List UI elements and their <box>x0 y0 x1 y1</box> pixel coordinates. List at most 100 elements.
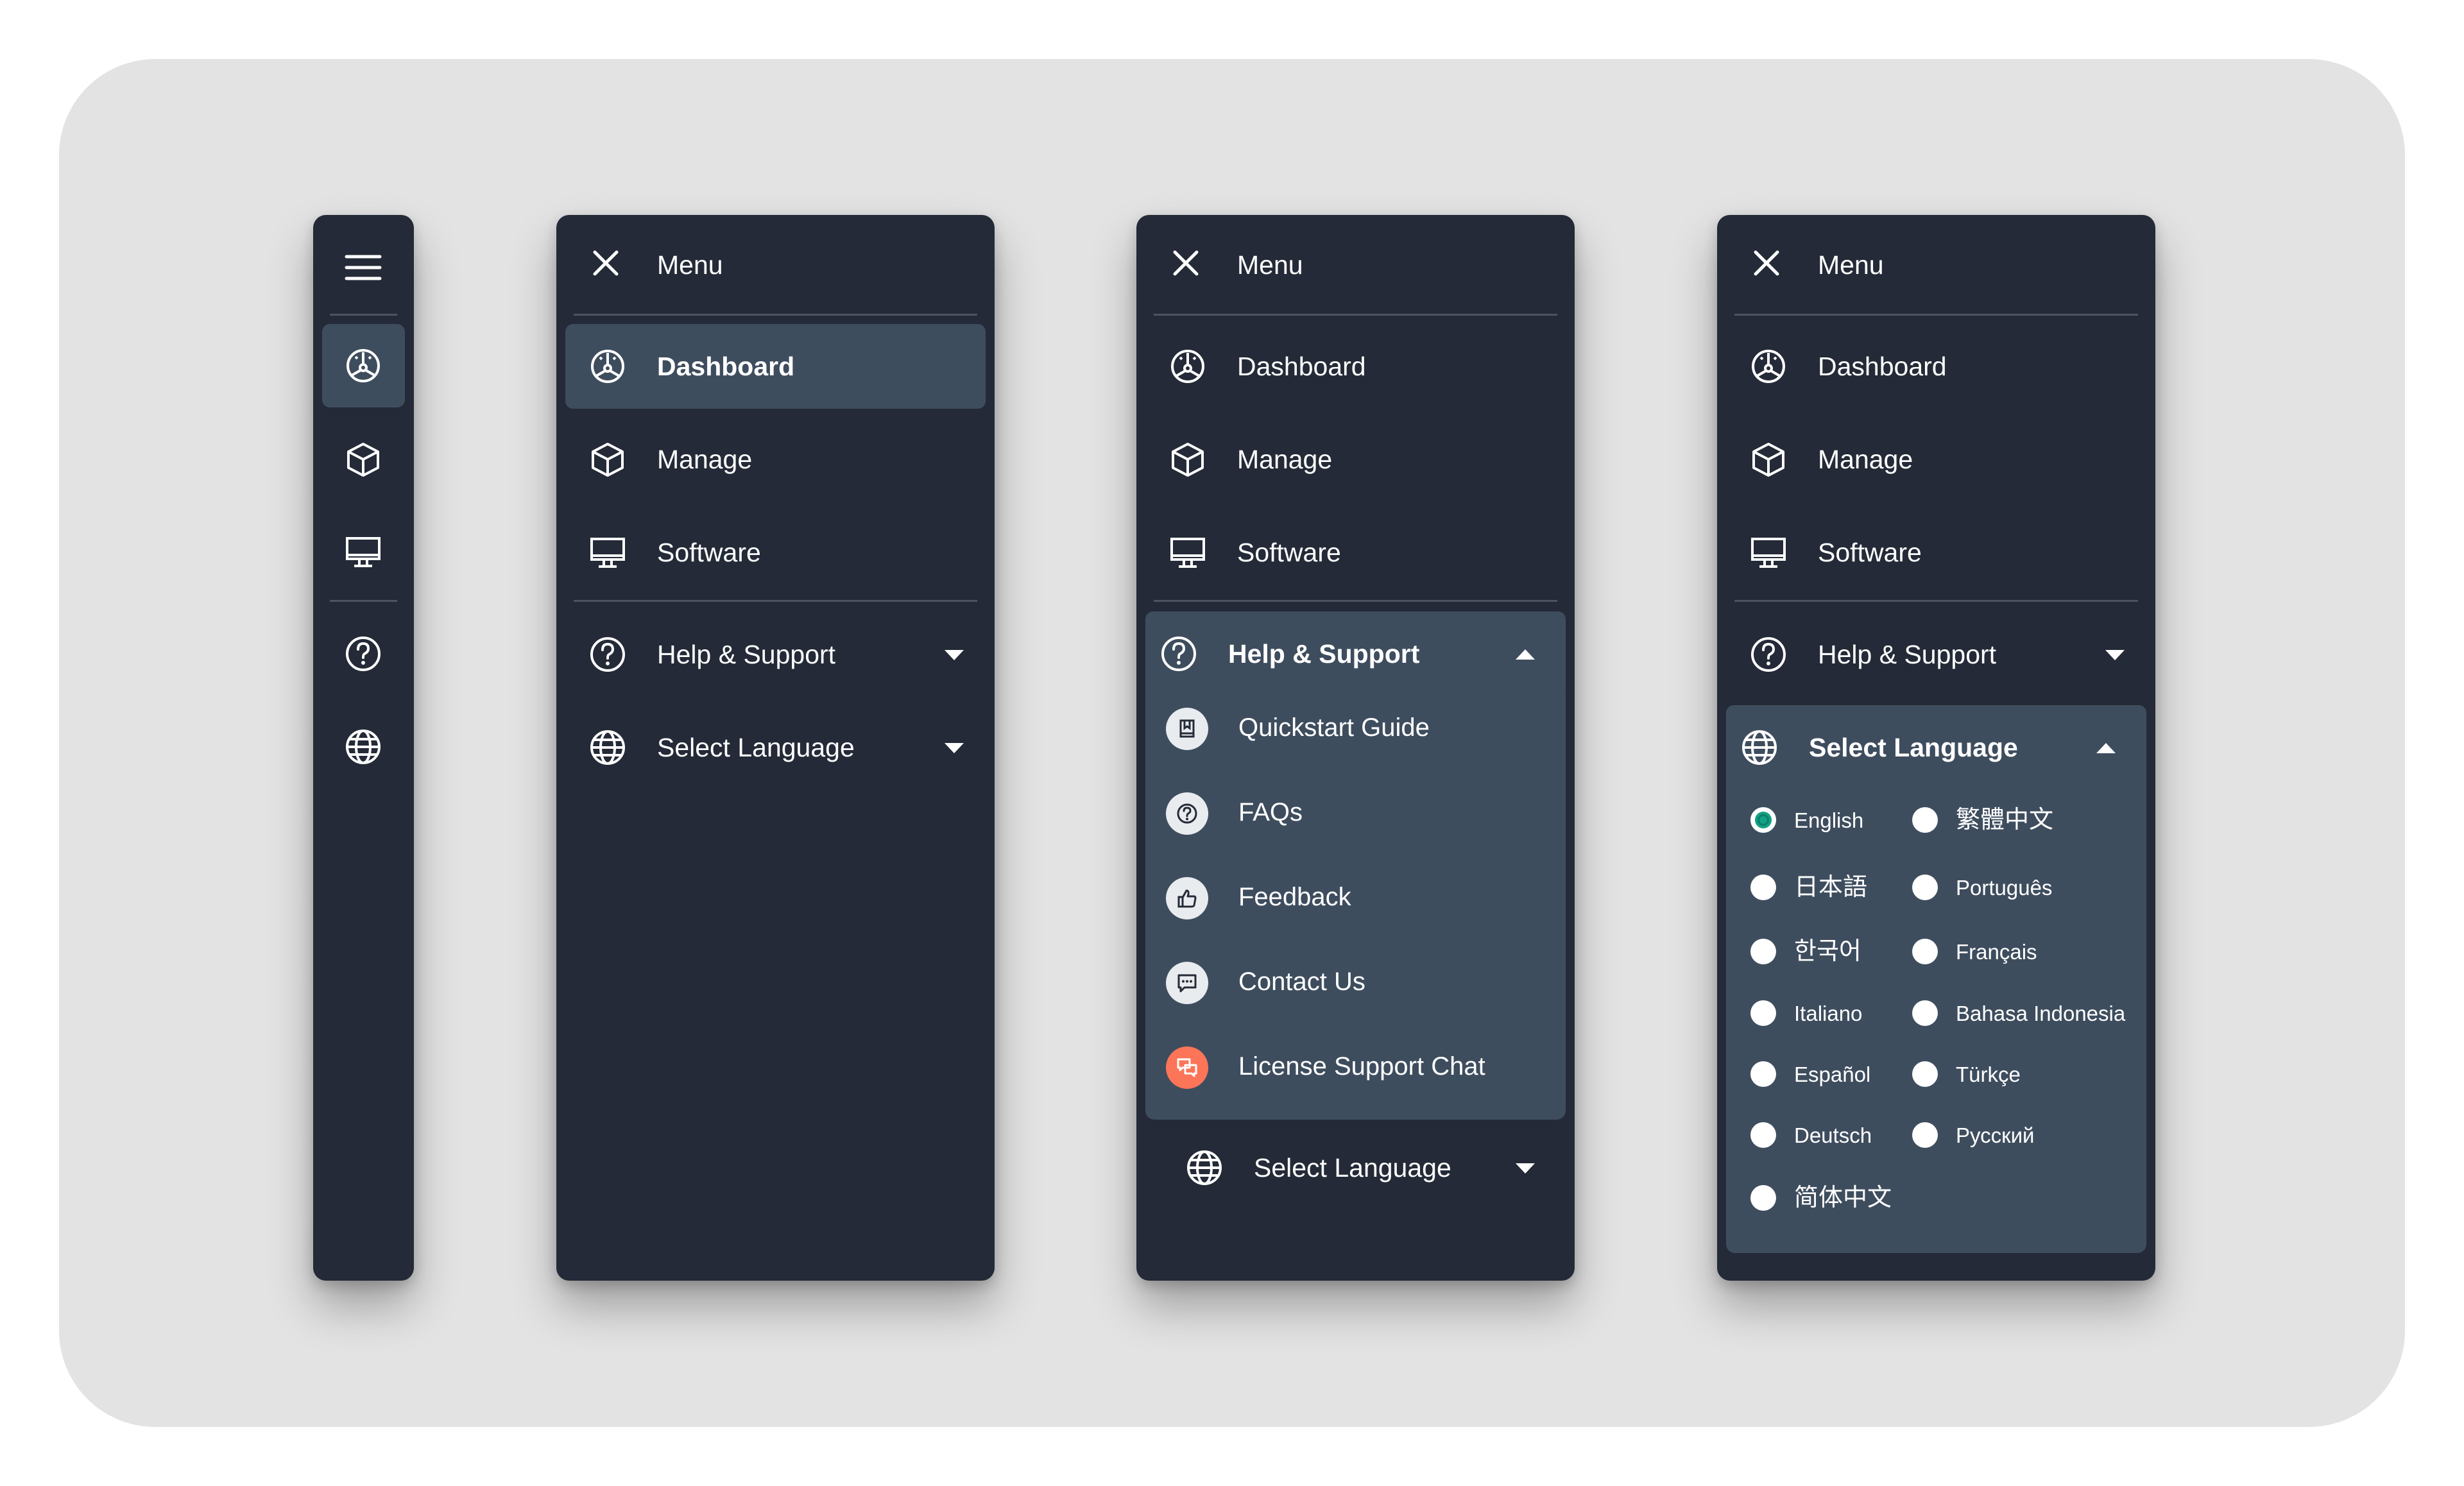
chevron-up-icon <box>2096 743 2116 753</box>
nav-item-label: Select Language <box>657 733 855 762</box>
nav-item-label: Dashboard <box>1237 352 1366 381</box>
nav-item-manage[interactable]: Manage <box>1145 417 1566 502</box>
divider <box>1734 314 2138 316</box>
nav-item-dashboard[interactable]: Dashboard <box>1145 324 1566 409</box>
language-label: Deutsch <box>1794 1123 1872 1147</box>
language-label: Español <box>1794 1063 1871 1086</box>
submenu-item-feedback[interactable]: Feedback <box>1145 854 1566 939</box>
submenu-item-contact[interactable]: Contact Us <box>1145 939 1566 1023</box>
help-submenu: Help & Support Quickstart Guide FAQs Fee… <box>1145 611 1566 1120</box>
nav-item-label: Software <box>1818 538 1922 567</box>
radio-button[interactable] <box>1750 939 1776 964</box>
chevron-down-icon <box>945 650 964 660</box>
nav-item-manage[interactable]: Manage <box>1726 417 2146 502</box>
cube-icon <box>1168 440 1207 479</box>
nav-item-dashboard[interactable]: Dashboard <box>565 324 986 409</box>
submenu-item-label: License Support Chat <box>1238 1052 1485 1080</box>
nav-item-help[interactable]: Help & Support <box>565 612 986 697</box>
divider <box>1154 314 1557 316</box>
rail-item-manage[interactable] <box>322 418 405 501</box>
radio-button[interactable] <box>1750 1185 1776 1211</box>
radio-button[interactable] <box>1750 1000 1776 1026</box>
menu-title: Menu <box>1818 250 1884 280</box>
nav-item-label: Manage <box>1237 445 1333 474</box>
menu-title: Menu <box>657 250 723 280</box>
nav-item-language[interactable]: Select Language <box>565 705 986 790</box>
chat-icon <box>1166 962 1208 1004</box>
language-label: 繁體中文 <box>1956 807 2054 833</box>
language-label: 简体中文 <box>1794 1184 1892 1211</box>
radio-button[interactable] <box>1912 807 1938 833</box>
nav-item-language[interactable]: Select Language <box>1726 705 2146 790</box>
language-label: 日本語 <box>1794 874 1868 901</box>
nav-item-label: Help & Support <box>657 640 836 669</box>
rail-item-dashboard[interactable] <box>322 324 405 407</box>
monitor-icon <box>1749 533 1788 572</box>
monitor-icon <box>344 533 382 571</box>
language-label: Français <box>1956 940 2037 964</box>
radio-button-selected[interactable] <box>1750 807 1776 833</box>
nav-item-label: Select Language <box>1809 733 2018 762</box>
cube-icon <box>1749 440 1788 479</box>
nav-item-label: Manage <box>1818 445 1913 474</box>
dashboard-gauge-icon <box>588 347 627 386</box>
chevron-down-icon <box>2105 650 2125 660</box>
rail-item-language[interactable] <box>322 705 405 789</box>
nav-item-language[interactable]: Select Language <box>1162 1125 1566 1210</box>
nav-item-label: Dashboard <box>1818 352 1947 381</box>
nav-item-manage[interactable]: Manage <box>565 417 986 502</box>
nav-item-software[interactable]: Software <box>1145 510 1566 595</box>
help-expanded-panel: Menu Dashboard Manage Software Help & Su… <box>1136 215 1575 1281</box>
divider <box>574 314 977 316</box>
nav-item-help[interactable]: Help & Support <box>1145 611 1566 696</box>
nav-item-label: Software <box>657 538 761 567</box>
chevron-down-icon <box>1516 1163 1535 1174</box>
submenu-item-label: FAQs <box>1238 798 1303 826</box>
monitor-icon <box>588 533 627 572</box>
close-icon[interactable] <box>590 247 622 279</box>
language-label: Русский <box>1956 1123 2035 1147</box>
submenu-item-label: Contact Us <box>1238 968 1365 996</box>
submenu-item-quickstart[interactable]: Quickstart Guide <box>1145 685 1566 769</box>
cube-icon <box>344 440 382 479</box>
nav-item-label: Software <box>1237 538 1341 567</box>
language-label: Türkçe <box>1956 1063 2021 1086</box>
submenu-item-license-chat[interactable]: License Support Chat <box>1145 1023 1566 1108</box>
close-icon[interactable] <box>1750 247 1783 279</box>
divider <box>330 600 397 602</box>
collapsed-nav-rail <box>313 215 414 1281</box>
language-submenu: Select Language English 繁體中文 日本語 Portugu… <box>1726 705 2146 1253</box>
submenu-item-label: Quickstart Guide <box>1238 713 1430 742</box>
radio-button[interactable] <box>1912 939 1938 964</box>
submenu-item-faqs[interactable]: FAQs <box>1145 769 1566 854</box>
rail-item-software[interactable] <box>322 510 405 594</box>
close-icon[interactable] <box>1170 247 1202 279</box>
rail-item-help[interactable] <box>322 612 405 696</box>
language-label: Português <box>1956 876 2053 900</box>
radio-button[interactable] <box>1912 875 1938 900</box>
divider <box>330 314 397 316</box>
radio-button[interactable] <box>1750 1122 1776 1148</box>
help-circle-icon <box>1159 635 1198 673</box>
question-icon <box>1166 792 1208 835</box>
menu-title: Menu <box>1237 250 1303 280</box>
dashboard-gauge-icon <box>1168 347 1207 386</box>
radio-button[interactable] <box>1750 875 1776 900</box>
thumbs-up-icon <box>1166 877 1208 919</box>
radio-button[interactable] <box>1912 1122 1938 1148</box>
dashboard-gauge-icon <box>1749 347 1788 386</box>
nav-item-software[interactable]: Software <box>565 510 986 595</box>
radio-button[interactable] <box>1912 1061 1938 1087</box>
language-label: Bahasa Indonesia <box>1956 1002 2126 1025</box>
divider <box>1734 600 2138 602</box>
radio-button[interactable] <box>1750 1061 1776 1087</box>
nav-item-help[interactable]: Help & Support <box>1726 612 2146 697</box>
nav-item-software[interactable]: Software <box>1726 510 2146 595</box>
hamburger-menu-icon[interactable] <box>345 253 382 282</box>
nav-item-dashboard[interactable]: Dashboard <box>1726 324 2146 409</box>
nav-item-label: Select Language <box>1254 1153 1451 1183</box>
language-expanded-panel: Menu Dashboard Manage Software Help & Su… <box>1717 215 2155 1281</box>
nav-item-label: Help & Support <box>1228 639 1420 669</box>
radio-button[interactable] <box>1912 1000 1938 1026</box>
globe-icon <box>344 728 382 766</box>
